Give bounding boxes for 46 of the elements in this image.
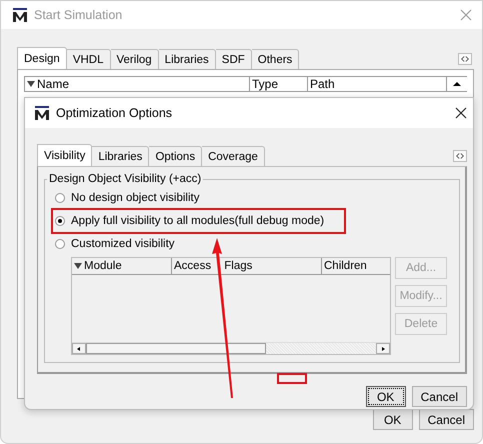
scroll-left-icon[interactable] bbox=[77, 346, 81, 350]
radio-button[interactable] bbox=[55, 216, 65, 226]
tab[interactable]: VHDL bbox=[66, 49, 110, 69]
dialog-button[interactable]: Cancel bbox=[412, 386, 467, 407]
logo-icon bbox=[12, 8, 28, 22]
column-title: Module bbox=[84, 260, 122, 272]
dialog-button[interactable]: OK bbox=[372, 409, 413, 430]
tab[interactable]: Libraries bbox=[92, 146, 150, 166]
column-header[interactable]: Children bbox=[322, 258, 390, 274]
dialog-button[interactable]: OK bbox=[366, 386, 406, 407]
option-label: No design object visibility bbox=[71, 192, 200, 204]
close-icon[interactable] bbox=[455, 107, 467, 119]
tab[interactable]: Libraries bbox=[158, 49, 216, 69]
logo-icon bbox=[34, 106, 50, 120]
marker-box bbox=[277, 373, 307, 384]
tab[interactable]: Others bbox=[252, 49, 300, 69]
radio-button[interactable] bbox=[55, 193, 65, 203]
tab[interactable]: SDF bbox=[216, 49, 252, 69]
dialog-title: Optimization Options bbox=[56, 106, 174, 120]
column-title: Name bbox=[37, 77, 70, 91]
column-header[interactable]: Path bbox=[308, 77, 447, 91]
column-header[interactable]: Type bbox=[250, 77, 308, 91]
radio-button[interactable] bbox=[55, 239, 65, 249]
scroll-up-icon[interactable] bbox=[453, 81, 461, 87]
group-title: Design Object Visibility (+acc) bbox=[48, 173, 202, 185]
tab[interactable]: Verilog bbox=[110, 49, 159, 69]
option-label: Customized visibility bbox=[71, 238, 175, 250]
column-title: Path bbox=[310, 77, 335, 91]
tab[interactable]: Visibility bbox=[37, 144, 92, 166]
tab[interactable]: Design bbox=[17, 47, 67, 69]
tab[interactable]: Options bbox=[149, 146, 202, 166]
sort-icon[interactable] bbox=[27, 80, 35, 88]
column-title: Access Flags bbox=[174, 260, 252, 272]
option-label: Apply full visibility to all modules(full debug mode) bbox=[71, 215, 324, 227]
column-header[interactable]: Module bbox=[72, 258, 172, 274]
column-title: Children bbox=[324, 260, 367, 272]
horizontal-scrollbar[interactable] bbox=[72, 342, 390, 354]
tab-scroll-icon[interactable] bbox=[458, 53, 472, 65]
sort-icon[interactable] bbox=[74, 262, 82, 270]
tab-scroll-icon[interactable] bbox=[453, 150, 467, 162]
scroll-right-icon[interactable] bbox=[381, 346, 385, 350]
window-title: Start Simulation bbox=[34, 8, 124, 22]
column-title: Type bbox=[252, 77, 278, 91]
dialog-button[interactable]: Cancel bbox=[418, 409, 474, 430]
column-header[interactable]: Name bbox=[25, 77, 250, 91]
tab[interactable]: Coverage bbox=[202, 146, 265, 166]
